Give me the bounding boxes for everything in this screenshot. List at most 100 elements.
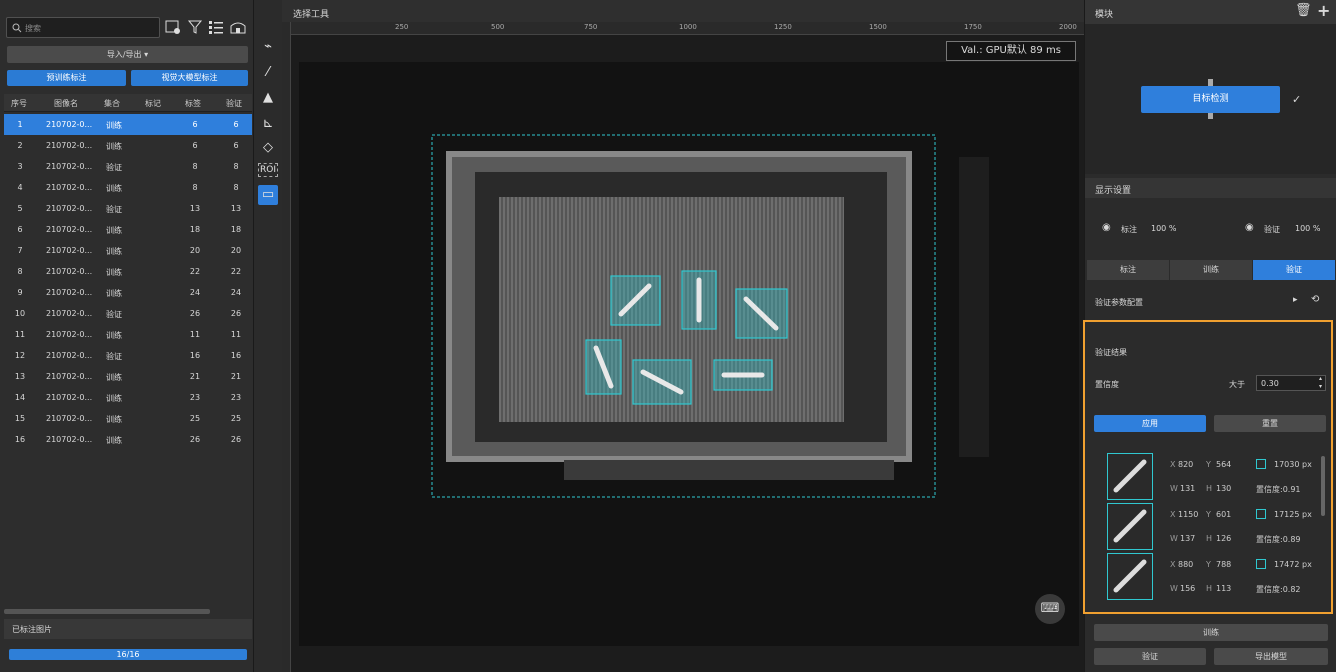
threshold-value: 0.30 <box>1261 379 1279 388</box>
import-export-button[interactable]: 导入/导出 ▾ <box>7 46 248 63</box>
table-row[interactable]: 6 210702-0... 训练 18 18 <box>4 219 252 240</box>
roi-icon[interactable]: ROI <box>258 163 278 177</box>
y-label: Y <box>1206 510 1211 519</box>
area-value: 17030 px <box>1274 460 1312 469</box>
horizontal-ruler: 250 500 750 1000 1250 1500 1750 2000 <box>291 22 1084 35</box>
table-row[interactable]: 13 210702-0... 训练 21 21 <box>4 366 252 387</box>
stamp-icon[interactable]: ▲ <box>258 88 278 108</box>
trash-icon[interactable]: 🗑 <box>1295 3 1312 18</box>
table-row[interactable]: 9 210702-0... 训练 24 24 <box>4 282 252 303</box>
module-title: 模块 <box>1095 10 1114 20</box>
result-title: 验证结果 <box>1095 348 1127 357</box>
verify-button[interactable]: 验证 <box>1094 648 1206 665</box>
h-value: 113 <box>1216 584 1232 593</box>
val-label: Val.: <box>961 45 986 56</box>
col-verify[interactable]: 验证 <box>226 98 242 109</box>
eye-icon[interactable]: ◉ <box>1245 222 1254 233</box>
annot-opacity[interactable]: 100 % <box>1151 224 1176 233</box>
table-row[interactable]: 8 210702-0... 训练 22 22 <box>4 261 252 282</box>
threshold-input[interactable]: 0.30 ▴ ▾ <box>1256 375 1326 391</box>
result-item[interactable]: X 1150 Y 601 17125 px W 137 H 126 置信度:0.89 <box>1096 503 1320 552</box>
table-row[interactable]: 10 210702-0... 验证 26 26 <box>4 303 252 324</box>
table-row[interactable]: 15 210702-0... 训练 25 25 <box>4 408 252 429</box>
row-set: 训练 <box>106 436 122 445</box>
col-label[interactable]: 标签 <box>185 98 201 109</box>
result-item[interactable]: X 880 Y 788 17472 px W 156 H 113 置信度:0.82 <box>1096 553 1320 602</box>
labeled-images-label: 已标注图片 <box>12 625 52 634</box>
eye-icon[interactable]: ◉ <box>1102 222 1111 233</box>
result-scrollbar[interactable] <box>1321 456 1325 516</box>
h-value: 130 <box>1216 484 1232 493</box>
row-marked-count: 13 <box>189 204 201 213</box>
x-value: 820 <box>1178 460 1194 469</box>
apply-button[interactable]: 应用 <box>1094 415 1206 432</box>
tab-annotate[interactable]: 标注 <box>1087 260 1169 280</box>
result-thumbnail[interactable] <box>1107 503 1153 550</box>
verify-config-label: 验证参数配置 <box>1095 298 1143 307</box>
tab-verify[interactable]: 验证 <box>1253 260 1335 280</box>
tab-train[interactable]: 训练 <box>1170 260 1252 280</box>
camera-icon[interactable] <box>229 18 247 36</box>
workpiece-image[interactable] <box>299 62 1079 646</box>
col-image-name[interactable]: 图像名 <box>54 98 78 109</box>
row-index: 15 <box>14 414 26 423</box>
row-verify-count: 18 <box>230 225 242 234</box>
row-set: 训练 <box>106 331 122 340</box>
history-icon[interactable]: ⟲ <box>1311 294 1319 305</box>
row-set: 训练 <box>106 289 122 298</box>
canvas-titlebar: 选择工具 <box>282 0 1084 22</box>
h-label: H <box>1206 584 1213 593</box>
col-marked[interactable]: 标记 <box>145 98 161 109</box>
row-index: 2 <box>17 141 23 150</box>
table-row[interactable]: 7 210702-0... 训练 20 20 <box>4 240 252 261</box>
result-thumbnail[interactable] <box>1107 453 1153 500</box>
verify-opacity[interactable]: 100 % <box>1295 224 1320 233</box>
app-window: 搜索 导入/导出 ▾ 预训练标注 视觉大模型标注 序号 图像名 集合 标记 标签… <box>0 0 1336 672</box>
row-index: 12 <box>14 351 26 360</box>
h-value: 126 <box>1216 534 1232 543</box>
row-image-name: 210702-0... <box>46 372 93 381</box>
pretrain-annotate-button[interactable]: 预训练标注 <box>7 70 126 86</box>
horizontal-scrollbar[interactable] <box>4 609 210 614</box>
polygon-icon[interactable]: ⌁ <box>258 37 278 57</box>
h-label: H <box>1206 534 1213 543</box>
play-icon[interactable]: ▸ <box>1293 295 1298 305</box>
export-model-button[interactable]: 导出模型 <box>1214 648 1328 665</box>
table-row[interactable]: 11 210702-0... 训练 11 11 <box>4 324 252 345</box>
table-row[interactable]: 16 210702-0... 训练 26 26 <box>4 429 252 450</box>
image-settings-icon[interactable] <box>164 18 182 36</box>
row-image-name: 210702-0... <box>46 435 93 444</box>
result-thumbnail[interactable] <box>1107 553 1153 600</box>
table-row[interactable]: 2 210702-0... 训练 6 6 <box>4 135 252 156</box>
search-input[interactable]: 搜索 <box>6 17 160 38</box>
y-label: Y <box>1206 560 1211 569</box>
row-marked-count: 25 <box>189 414 201 423</box>
table-row[interactable]: 3 210702-0... 验证 8 8 <box>4 156 252 177</box>
table-row[interactable]: 12 210702-0... 验证 16 16 <box>4 345 252 366</box>
magic-wand-icon[interactable]: ⁄ <box>258 63 278 83</box>
col-set[interactable]: 集合 <box>104 98 120 109</box>
train-button[interactable]: 训练 <box>1094 624 1328 641</box>
col-index[interactable]: 序号 <box>11 98 27 109</box>
w-label: W <box>1170 534 1178 543</box>
row-verify-count: 25 <box>230 414 242 423</box>
table-row[interactable]: 4 210702-0... 训练 8 8 <box>4 177 252 198</box>
spinner-icon[interactable]: ▴ ▾ <box>1319 375 1322 391</box>
x-label: X <box>1170 560 1176 569</box>
add-icon[interactable]: + <box>1317 1 1330 20</box>
filter-icon[interactable] <box>186 18 204 36</box>
row-marked-count: 26 <box>189 435 201 444</box>
table-row[interactable]: 1 210702-0... 训练 6 6 <box>4 114 252 135</box>
result-item[interactable]: X 820 Y 564 17030 px W 131 H 130 置信度:0.91 <box>1096 453 1320 502</box>
vlm-annotate-button[interactable]: 视觉大模型标注 <box>131 70 248 86</box>
select-box-icon[interactable]: ▭ <box>258 185 278 205</box>
object-detection-node[interactable]: 目标检测 <box>1141 86 1280 113</box>
ruler-icon[interactable]: ⊾ <box>258 114 278 134</box>
row-index: 14 <box>14 393 26 402</box>
reset-button[interactable]: 重置 <box>1214 415 1326 432</box>
eraser-icon[interactable]: ◇ <box>258 138 278 158</box>
list-view-icon[interactable] <box>207 18 225 36</box>
table-row[interactable]: 5 210702-0... 验证 13 13 <box>4 198 252 219</box>
table-row[interactable]: 14 210702-0... 训练 23 23 <box>4 387 252 408</box>
keyboard-icon[interactable]: ⌨ <box>1035 594 1065 624</box>
